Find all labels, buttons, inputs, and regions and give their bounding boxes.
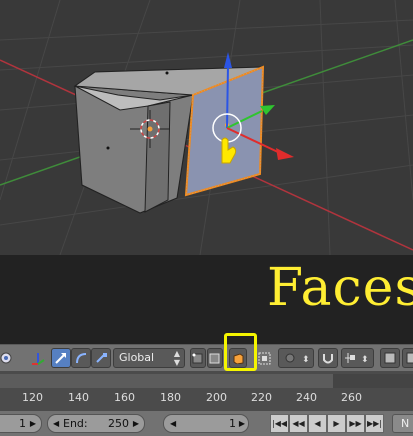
timeline-tick: 220 (251, 391, 272, 404)
play-reverse-icon[interactable]: ◀ (308, 414, 327, 433)
3d-viewport[interactable] (0, 0, 413, 255)
snap-target-icon[interactable]: ⬍ (341, 348, 374, 368)
jump-start-icon[interactable]: |◀◀ (270, 414, 289, 433)
start-frame-field[interactable]: 1 ▶ (0, 414, 42, 433)
orientation-value: Global (119, 351, 155, 364)
increment-arrow-icon[interactable]: ▶ (239, 415, 245, 432)
highlight-marker (224, 333, 257, 371)
sync-mode-value: N (401, 417, 410, 430)
end-frame-field[interactable]: ◀ End: 250 ▶ (47, 414, 145, 433)
transform-orientation-select[interactable]: Global ▲ ▼ (113, 348, 185, 368)
render-anim-icon[interactable] (402, 348, 413, 368)
timeline-tick: 140 (68, 391, 89, 404)
pivot-icon[interactable] (0, 348, 16, 368)
viewport-scene (0, 0, 413, 255)
manipulator-icon[interactable] (28, 348, 48, 368)
timeline[interactable]: 120 140 160 180 200 220 240 260 (0, 371, 413, 411)
increment-arrow-icon[interactable]: ▶ (30, 415, 36, 432)
scale-icon[interactable] (91, 348, 111, 368)
edge-select-icon[interactable] (207, 348, 223, 368)
translate-arrow-icon[interactable] (51, 348, 71, 368)
proportional-edit-icon[interactable]: ⬍ (278, 348, 314, 368)
next-keyframe-icon[interactable]: ▶▶ (346, 414, 365, 433)
timeline-tick: 260 (341, 391, 362, 404)
decrement-arrow-icon[interactable]: ◀ (170, 415, 176, 432)
jump-end-icon[interactable]: ▶▶| (365, 414, 384, 433)
sync-mode-select[interactable]: N (392, 414, 413, 433)
timeline-tick: 240 (296, 391, 317, 404)
end-frame-label: End: (63, 417, 88, 430)
rotate-icon[interactable] (71, 348, 91, 368)
timeline-out-range (333, 374, 413, 388)
timeline-footer: 1 ▶ ◀ End: 250 ▶ ◀ 1 ▶ |◀◀ ◀◀ ◀ ▶ ▶▶ ▶▶|… (0, 411, 413, 436)
timeline-tick: 120 (22, 391, 43, 404)
faces-caption: Faces (267, 258, 413, 318)
end-frame-value: 250 (108, 417, 129, 430)
svg-text:⬍: ⬍ (361, 355, 369, 365)
timeline-tick: 180 (160, 391, 181, 404)
vertex-select-icon[interactable] (190, 348, 206, 368)
current-frame-value: 1 (229, 417, 236, 430)
current-frame-field[interactable]: ◀ 1 ▶ (163, 414, 249, 433)
prev-keyframe-icon[interactable]: ◀◀ (289, 414, 308, 433)
updown-arrows-icon: ▲ ▼ (173, 349, 180, 367)
play-icon[interactable]: ▶ (327, 414, 346, 433)
increment-arrow-icon[interactable]: ▶ (133, 415, 139, 432)
timeline-tick: 160 (114, 391, 135, 404)
decrement-arrow-icon[interactable]: ◀ (53, 415, 59, 432)
start-frame-value: 1 (19, 417, 26, 430)
limit-selection-icon[interactable] (255, 348, 275, 368)
timeline-tick: 200 (206, 391, 227, 404)
viewport-header: Global ▲ ▼ ⬍ ⬍ (0, 344, 413, 372)
render-preview-icon[interactable] (380, 348, 400, 368)
snap-magnet-icon[interactable] (318, 348, 338, 368)
svg-text:⬍: ⬍ (302, 355, 310, 365)
